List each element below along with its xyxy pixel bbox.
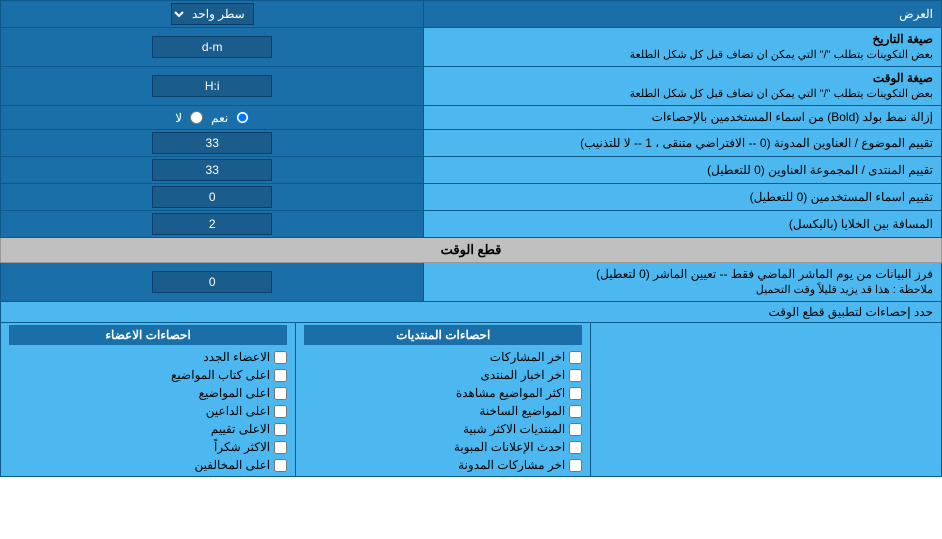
- checkbox-top-rated-input[interactable]: [274, 423, 287, 436]
- checkbox-top-violators-input[interactable]: [274, 459, 287, 472]
- topic-sort-title: تقييم الموضوع / العناوين المدونة (0 -- ا…: [432, 135, 933, 152]
- time-format-input[interactable]: [152, 75, 272, 97]
- display-input[interactable]: سطر واحد: [1, 1, 424, 28]
- checkbox-popular-forums-input[interactable]: [569, 423, 582, 436]
- user-names-label: تقييم اسماء المستخدمين (0 للتعطيل): [424, 184, 942, 211]
- time-format-input-cell: [1, 67, 424, 106]
- time-format-label: صيغة الوقت بعض التكوينات يتطلب "/" التي …: [424, 67, 942, 106]
- checkbox-new-members-input[interactable]: [274, 351, 287, 364]
- date-format-input-cell: [1, 28, 424, 67]
- user-names-input[interactable]: [152, 186, 272, 208]
- checkbox-last-posts-input[interactable]: [569, 351, 582, 364]
- date-format-title: صيغة التاريخ: [432, 31, 933, 48]
- checkbox-most-thanked-input[interactable]: [274, 441, 287, 454]
- checkbox-classified-ads-label: احدث الإعلانات المبوبة: [454, 440, 565, 454]
- cutoff-label: فرز البيانات من يوم الماشر الماضي فقط --…: [424, 263, 942, 302]
- cell-spacing-input[interactable]: [152, 213, 272, 235]
- checkbox-hot-topics[interactable]: المواضيع الساخنة: [304, 402, 582, 420]
- cell-spacing-title: المسافة بين الخلايا (بالبكسل): [432, 216, 933, 233]
- bold-remove-input-cell: نعم لا: [1, 106, 424, 130]
- checkbox-blog-posts-input[interactable]: [569, 459, 582, 472]
- bold-remove-yes-label: نعم: [211, 111, 228, 125]
- checkbox-forum-news-input[interactable]: [569, 369, 582, 382]
- checkbox-top-rated[interactable]: الاعلى تقييم: [9, 420, 287, 438]
- stats-posts-col: احصاءات المنتديات اخر المشاركات اخر اخبا…: [295, 323, 590, 476]
- cell-spacing-label: المسافة بين الخلايا (بالبكسل): [424, 211, 942, 238]
- time-format-sublabel: بعض التكوينات يتطلب "/" التي يمكن ان تضا…: [432, 87, 933, 102]
- topic-sort-input-cell: [1, 130, 424, 157]
- display-label: العرض: [424, 1, 942, 28]
- date-format-label: صيغة التاريخ بعض التكوينات يتطلب "/" الت…: [424, 28, 942, 67]
- bold-remove-title: إزالة نمط بولد (Bold) من اسماء المستخدمي…: [432, 109, 933, 126]
- checkbox-blog-posts-label: اخر مشاركات المدونة: [458, 458, 565, 472]
- date-format-sublabel: بعض التكوينات يتطلب "/" التي يمكن ان تضا…: [432, 48, 933, 63]
- bold-remove-label: إزالة نمط بولد (Bold) من اسماء المستخدمي…: [424, 106, 942, 130]
- stats-section: احصاءات المنتديات اخر المشاركات اخر اخبا…: [1, 323, 941, 476]
- cutoff-section-header: قطع الوقت: [1, 238, 942, 263]
- user-names-input-cell: [1, 184, 424, 211]
- forum-sort-input-cell: [1, 157, 424, 184]
- display-select[interactable]: سطر واحد: [171, 3, 254, 25]
- stats-limit-label: حدد إحصاءات لتطبيق قطع الوقت: [1, 302, 942, 323]
- bold-remove-yes-radio[interactable]: [236, 111, 249, 124]
- time-format-title: صيغة الوقت: [432, 70, 933, 87]
- stats-posts-title: احصاءات المنتديات: [304, 325, 582, 345]
- stats-members-title: احصاءات الاعضاء: [9, 325, 287, 345]
- forum-sort-input[interactable]: [152, 159, 272, 181]
- topic-sort-label: تقييم الموضوع / العناوين المدونة (0 -- ا…: [424, 130, 942, 157]
- checkbox-last-posts-label: اخر المشاركات: [490, 350, 565, 364]
- checkbox-top-rated-label: الاعلى تقييم: [211, 422, 270, 436]
- user-names-title: تقييم اسماء المستخدمين (0 للتعطيل): [432, 189, 933, 206]
- checkbox-most-thanked-label: الاكثر شكراً: [214, 440, 270, 454]
- date-format-input[interactable]: [152, 36, 272, 58]
- checkbox-new-members[interactable]: الاعضاء الجدد: [9, 348, 287, 366]
- checkbox-popular-forums-label: المنتديات الاكثر شبية: [463, 422, 565, 436]
- bold-remove-no-label: لا: [175, 111, 182, 125]
- checkbox-hot-topics-input[interactable]: [569, 405, 582, 418]
- checkbox-top-posters-label: اعلى المواضيع: [199, 386, 270, 400]
- bold-remove-radio-group: نعم لا: [5, 111, 419, 125]
- forum-sort-label: تقييم المنتدى / المجموعة العناوين (0 للت…: [424, 157, 942, 184]
- checkbox-top-writers-input[interactable]: [274, 369, 287, 382]
- topic-sort-input[interactable]: [152, 132, 272, 154]
- checkbox-most-thanked[interactable]: الاكثر شكراً: [9, 438, 287, 456]
- bold-remove-no-radio[interactable]: [190, 111, 203, 124]
- checkbox-most-viewed-input[interactable]: [569, 387, 582, 400]
- checkbox-last-posts[interactable]: اخر المشاركات: [304, 348, 582, 366]
- checkbox-most-viewed[interactable]: اكثر المواضيع مشاهدة: [304, 384, 582, 402]
- checkbox-top-posters[interactable]: اعلى المواضيع: [9, 384, 287, 402]
- stats-members-col: احصاءات الاعضاء الاعضاء الجدد اعلى كتاب …: [1, 323, 295, 476]
- forum-sort-title: تقييم المنتدى / المجموعة العناوين (0 للت…: [432, 162, 933, 179]
- cutoff-input[interactable]: [152, 271, 272, 293]
- checkbox-top-violators[interactable]: اعلى المخالفين: [9, 456, 287, 474]
- checkbox-blog-posts[interactable]: اخر مشاركات المدونة: [304, 456, 582, 474]
- stats-empty-col: [590, 323, 941, 476]
- checkbox-top-inviters[interactable]: اعلى الداعين: [9, 402, 287, 420]
- checkbox-forum-news[interactable]: اخر اخبار المنتدى: [304, 366, 582, 384]
- cutoff-main-label: فرز البيانات من يوم الماشر الماضي فقط --…: [432, 266, 933, 283]
- checkbox-popular-forums[interactable]: المنتديات الاكثر شبية: [304, 420, 582, 438]
- checkbox-top-inviters-input[interactable]: [274, 405, 287, 418]
- cell-spacing-input-cell: [1, 211, 424, 238]
- checkbox-classified-ads[interactable]: احدث الإعلانات المبوبة: [304, 438, 582, 456]
- checkbox-top-posters-input[interactable]: [274, 387, 287, 400]
- checkbox-top-violators-label: اعلى المخالفين: [195, 458, 271, 472]
- cutoff-note: ملاحظة : هذا قد يزيد قليلاً وقت التحميل: [432, 283, 933, 298]
- checkbox-most-viewed-label: اكثر المواضيع مشاهدة: [456, 386, 565, 400]
- checkbox-hot-topics-label: المواضيع الساخنة: [479, 404, 565, 418]
- checkbox-top-writers-label: اعلى كتاب المواضيع: [171, 368, 270, 382]
- checkbox-classified-ads-input[interactable]: [569, 441, 582, 454]
- checkbox-top-inviters-label: اعلى الداعين: [206, 404, 270, 418]
- checkbox-new-members-label: الاعضاء الجدد: [203, 350, 270, 364]
- cutoff-input-cell: [1, 263, 424, 302]
- checkbox-top-writers[interactable]: اعلى كتاب المواضيع: [9, 366, 287, 384]
- checkbox-forum-news-label: اخر اخبار المنتدى: [481, 368, 566, 382]
